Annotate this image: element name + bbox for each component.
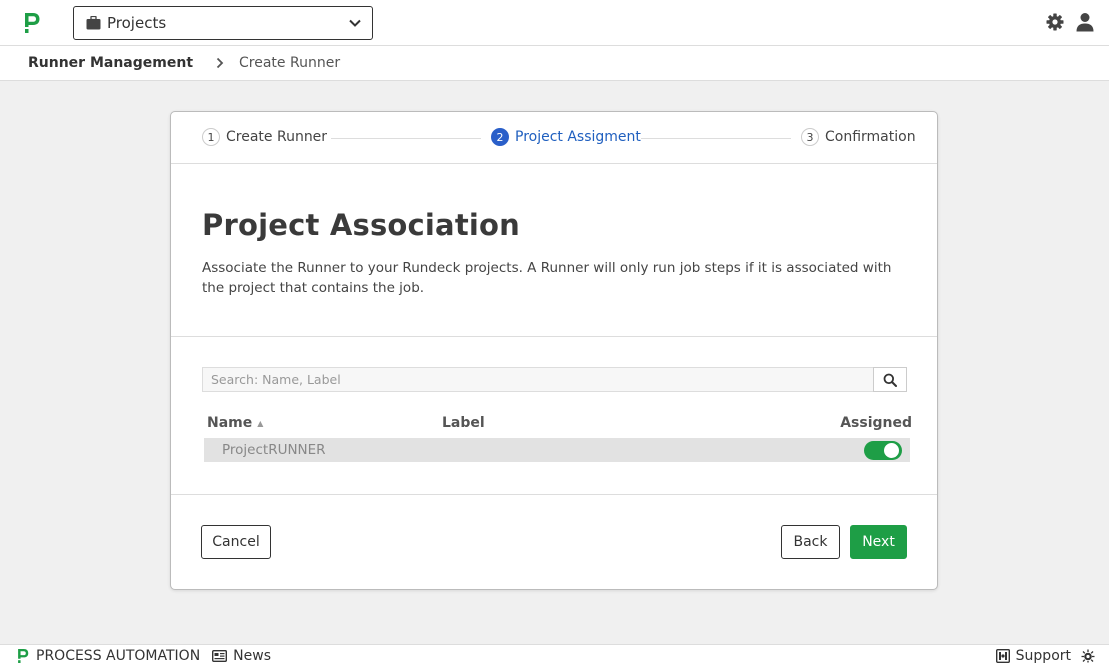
next-button[interactable]: Next: [850, 525, 907, 559]
footer-support-link[interactable]: Support: [1016, 648, 1071, 664]
step-label: Confirmation: [825, 129, 916, 145]
footer: PROCESS AUTOMATION News Support: [0, 644, 1109, 665]
wizard-card: 1 Create Runner 2 Project Assigment 3 Co…: [170, 111, 938, 590]
toggle-knob: [884, 443, 899, 458]
search-button[interactable]: [873, 367, 907, 392]
briefcase-icon: [86, 16, 101, 30]
table-row: ProjectRUNNER: [204, 438, 910, 462]
column-header-label[interactable]: Label: [442, 415, 485, 431]
page-description: Associate the Runner to your Rundeck pro…: [202, 260, 892, 296]
top-bar: Projects: [0, 0, 1109, 46]
search-bar: [202, 367, 907, 392]
footer-news-link[interactable]: News: [233, 648, 271, 664]
back-button[interactable]: Back: [781, 525, 840, 559]
chevron-right-icon: [216, 57, 224, 69]
step-create-runner: 1 Create Runner: [202, 128, 328, 146]
footer-brand[interactable]: PROCESS AUTOMATION: [36, 648, 200, 664]
project-selector-label: Projects: [107, 14, 167, 32]
search-icon: [883, 373, 897, 387]
column-header-name-label: Name: [207, 415, 253, 431]
bug-icon[interactable]: [1081, 649, 1095, 663]
step-number: 3: [801, 128, 819, 146]
user-icon[interactable]: [1075, 12, 1095, 32]
project-selector[interactable]: Projects: [73, 6, 373, 40]
chevron-down-icon: [349, 19, 361, 27]
breadcrumb: Runner Management Create Runner: [0, 46, 1109, 81]
step-label: Create Runner: [226, 129, 328, 145]
step-connector: [331, 138, 481, 139]
step-connector: [641, 138, 791, 139]
footer-left: PROCESS AUTOMATION News: [16, 648, 271, 664]
column-header-assigned[interactable]: Assigned: [840, 415, 912, 431]
gear-icon[interactable]: [1045, 12, 1065, 32]
column-header-name[interactable]: Name ▲: [207, 415, 263, 431]
step-number: 1: [202, 128, 220, 146]
divider: [171, 494, 937, 495]
wizard-steps: 1 Create Runner 2 Project Assigment 3 Co…: [171, 112, 937, 164]
pagerduty-logo-icon[interactable]: [22, 12, 42, 34]
step-project-assignment: 2 Project Assigment: [491, 128, 641, 146]
breadcrumb-current: Create Runner: [239, 55, 341, 71]
footer-right: Support: [995, 648, 1095, 664]
step-number: 2: [491, 128, 509, 146]
cancel-button[interactable]: Cancel: [201, 525, 271, 559]
support-icon: [995, 649, 1010, 663]
step-label: Project Assigment: [515, 129, 641, 145]
search-input[interactable]: [202, 367, 873, 392]
page-title: Project Association: [202, 208, 520, 242]
divider: [171, 336, 937, 337]
top-icons: [1045, 12, 1095, 32]
breadcrumb-runner-management[interactable]: Runner Management: [28, 55, 193, 71]
sort-asc-icon: ▲: [257, 418, 264, 428]
newspaper-icon: [212, 650, 228, 662]
step-confirmation: 3 Confirmation: [801, 128, 916, 146]
project-name-cell: ProjectRUNNER: [222, 442, 326, 458]
assigned-toggle[interactable]: [864, 441, 902, 460]
pagerduty-logo-icon: [18, 649, 29, 663]
